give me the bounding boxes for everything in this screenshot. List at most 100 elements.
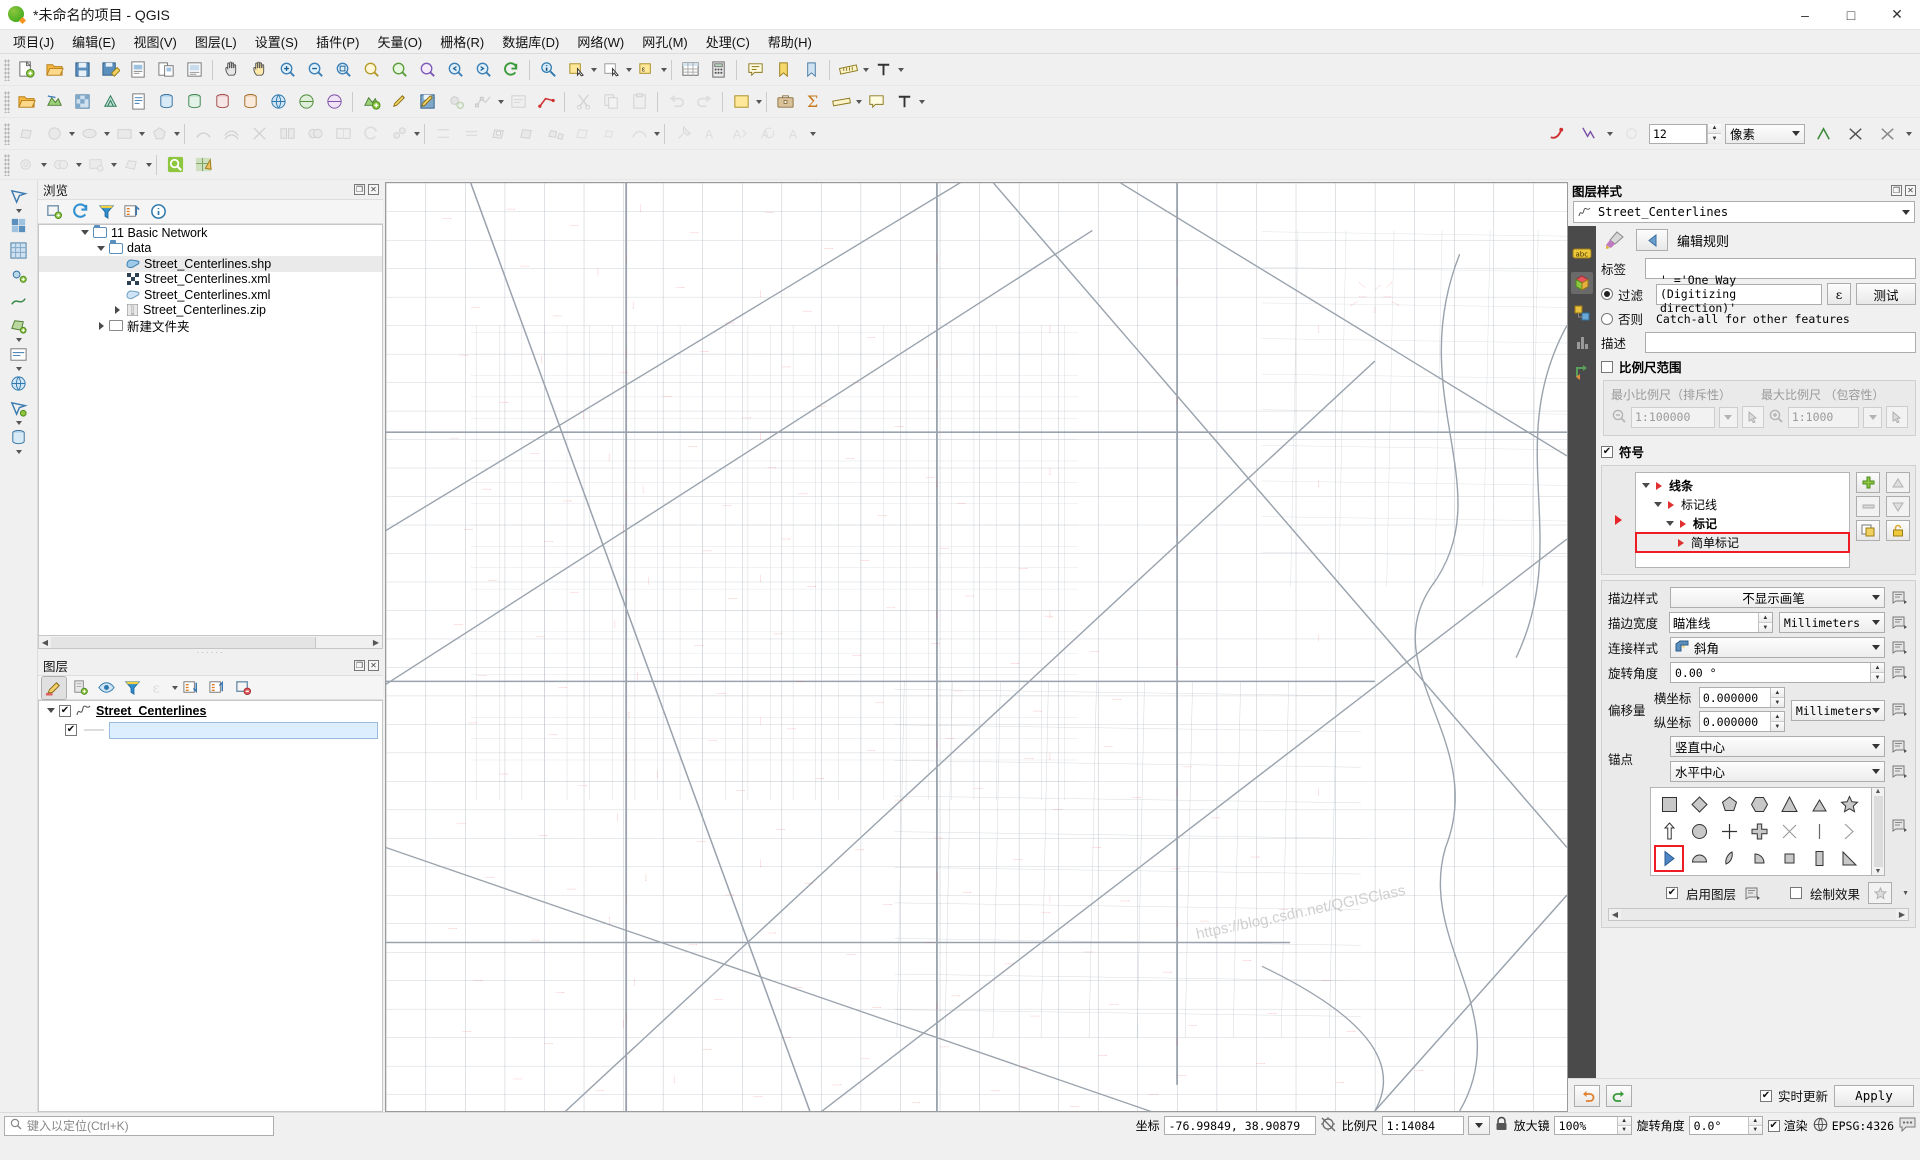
shape-third-square[interactable]: [1804, 845, 1834, 872]
tab-symbology-icon[interactable]: [1571, 272, 1593, 294]
toolbar-grip-4[interactable]: [4, 153, 10, 176]
max-scale-input[interactable]: 1:1000: [1787, 406, 1860, 428]
add-ring-icon[interactable]: [514, 121, 540, 147]
offset-point-symbols-icon[interactable]: [386, 121, 412, 147]
enable-layer-checkbox[interactable]: ✔: [1666, 887, 1678, 899]
merge-features-icon[interactable]: [302, 121, 328, 147]
stroke-style-combo[interactable]: 不显示画笔: [1670, 587, 1885, 608]
tab-history-icon[interactable]: [1571, 362, 1593, 384]
symbol-node-marker-line[interactable]: 标记线: [1636, 495, 1849, 514]
maximize-button[interactable]: □: [1828, 0, 1874, 30]
coordinate-capture-icon[interactable]: [1320, 1116, 1337, 1136]
field-calculator-icon[interactable]: [705, 57, 731, 83]
zoom-to-layer-icon[interactable]: [386, 57, 412, 83]
regular-polygon-caret[interactable]: [174, 131, 180, 136]
deselect-features-icon[interactable]: [598, 57, 624, 83]
shape-quarter-circle[interactable]: [1744, 845, 1774, 872]
draw-effects-settings-icon[interactable]: [1868, 882, 1893, 904]
enable-layer-data-defined-icon[interactable]: [1744, 885, 1762, 902]
snapping-tolerance-spinner[interactable]: ▲ ▼: [1707, 123, 1721, 144]
snapping-unit-combo[interactable]: 像素: [1725, 123, 1805, 144]
browser-item-xml-vector[interactable]: Street_Centerlines.xml: [39, 287, 382, 303]
refresh-icon[interactable]: [68, 201, 92, 223]
raster-calculator-v-icon[interactable]: [4, 238, 34, 263]
else-radio[interactable]: [1601, 312, 1613, 325]
select-expr-caret[interactable]: [661, 67, 667, 72]
geometry-tool-icon[interactable]: [48, 152, 74, 178]
text-annotation-icon[interactable]: [870, 57, 896, 83]
menu-layer[interactable]: 图层(L): [186, 29, 246, 54]
tab-diagrams-icon[interactable]: [1571, 332, 1593, 354]
new-print-layout-icon[interactable]: [125, 57, 151, 83]
magnifier-spinner[interactable]: ▲ ▼: [1616, 1117, 1631, 1134]
prop-scroll-thumb[interactable]: [1621, 909, 1896, 920]
layers-close-icon[interactable]: ✕: [368, 660, 379, 671]
symbol-node-simple-marker[interactable]: 简单标记: [1635, 532, 1850, 553]
layers-tree[interactable]: ✔ Street_Centerlines ✔: [38, 700, 383, 1112]
stroke-width-data-defined-icon[interactable]: [1891, 614, 1909, 631]
symbol-visibility-checkbox[interactable]: ✔: [65, 724, 77, 736]
show-bookmarks-icon[interactable]: [798, 57, 824, 83]
scale-dropdown[interactable]: [1467, 1116, 1490, 1135]
open-project-icon[interactable]: [41, 57, 67, 83]
vertex-tool-icon[interactable]: [470, 89, 496, 115]
shape-quarter-disc[interactable]: [1714, 845, 1744, 872]
split-features-icon[interactable]: [246, 121, 272, 147]
tab-labels-icon[interactable]: abc: [1571, 242, 1593, 264]
menu-plugins[interactable]: 插件(P): [307, 29, 368, 54]
offset-x-input[interactable]: 0.000000: [1700, 691, 1770, 705]
snap-topological-icon[interactable]: [1874, 121, 1900, 147]
remove-layer-icon[interactable]: [231, 677, 255, 699]
shape-square[interactable]: [1654, 791, 1684, 818]
circle-caret[interactable]: [69, 131, 75, 136]
min-scale-dropdown[interactable]: [1718, 406, 1738, 428]
identify-features-icon[interactable]: [535, 57, 561, 83]
save-project-as-icon[interactable]: [97, 57, 123, 83]
rotate-label-icon[interactable]: A: [754, 121, 780, 147]
browser-item-zip[interactable]: Street_Centerlines.zip: [39, 303, 382, 319]
shape-pentagon[interactable]: [1714, 791, 1744, 818]
magnifier-value[interactable]: 100%: [1555, 1119, 1617, 1133]
shape-arrow[interactable]: [1654, 818, 1684, 845]
zoom-last-icon[interactable]: [442, 57, 468, 83]
shape-half-square[interactable]: [1774, 845, 1804, 872]
zoom-native-icon[interactable]: [414, 57, 440, 83]
browser-item-shp[interactable]: Street_Centerlines.shp: [39, 256, 382, 272]
digitize-with-segment-icon[interactable]: [533, 89, 559, 115]
close-button[interactable]: ✕: [1874, 0, 1920, 30]
add-postgis-layer-icon[interactable]: [153, 89, 179, 115]
pan-to-selection-icon[interactable]: [246, 57, 272, 83]
undo-edit-icon[interactable]: [663, 89, 689, 115]
move-up-icon[interactable]: [1886, 472, 1910, 493]
expand-all-icon[interactable]: [179, 677, 203, 699]
zoom-out-icon[interactable]: [302, 57, 328, 83]
add-feature-icon[interactable]: [442, 89, 468, 115]
zoom-next-icon[interactable]: [470, 57, 496, 83]
prop-scroll-left-arrow-icon[interactable]: ◀: [1609, 910, 1621, 919]
draw-effects-checkbox[interactable]: [1790, 887, 1803, 899]
shape-x[interactable]: [1774, 818, 1804, 845]
modify-attributes-icon[interactable]: [505, 89, 531, 115]
menu-mesh[interactable]: 网孔(M): [633, 29, 697, 54]
browser-item-new-folder[interactable]: 新建文件夹: [39, 318, 382, 334]
panel-splitter[interactable]: ······: [38, 648, 383, 657]
anchor-h-data-defined-icon[interactable]: [1891, 763, 1909, 780]
apply-button[interactable]: Apply: [1834, 1084, 1914, 1107]
delete-ring-icon[interactable]: [570, 121, 596, 147]
add-wfs-layer-icon[interactable]: [321, 89, 347, 115]
marker-shape-palette[interactable]: [1650, 787, 1872, 876]
add-group-icon[interactable]: [68, 677, 92, 699]
scroll-thumb[interactable]: [51, 636, 316, 648]
offset-curve-icon[interactable]: [218, 121, 244, 147]
add-mesh-layer-icon[interactable]: [97, 89, 123, 115]
symbol-node-line[interactable]: 线条: [1636, 476, 1849, 495]
new-project-icon[interactable]: [13, 57, 39, 83]
offset-unit-combo[interactable]: Millimeters: [1790, 700, 1885, 721]
offset-symbols-caret[interactable]: [414, 131, 420, 136]
scale-value[interactable]: 1:14084: [1381, 1116, 1464, 1135]
vector-tools-v-icon[interactable]: [4, 396, 34, 421]
add-polygon-feature-icon[interactable]: [13, 121, 39, 147]
metasearch-icon[interactable]: [162, 152, 188, 178]
snapping-tolerance-input[interactable]: 12: [1649, 123, 1707, 144]
fill-ring-icon[interactable]: [486, 121, 512, 147]
